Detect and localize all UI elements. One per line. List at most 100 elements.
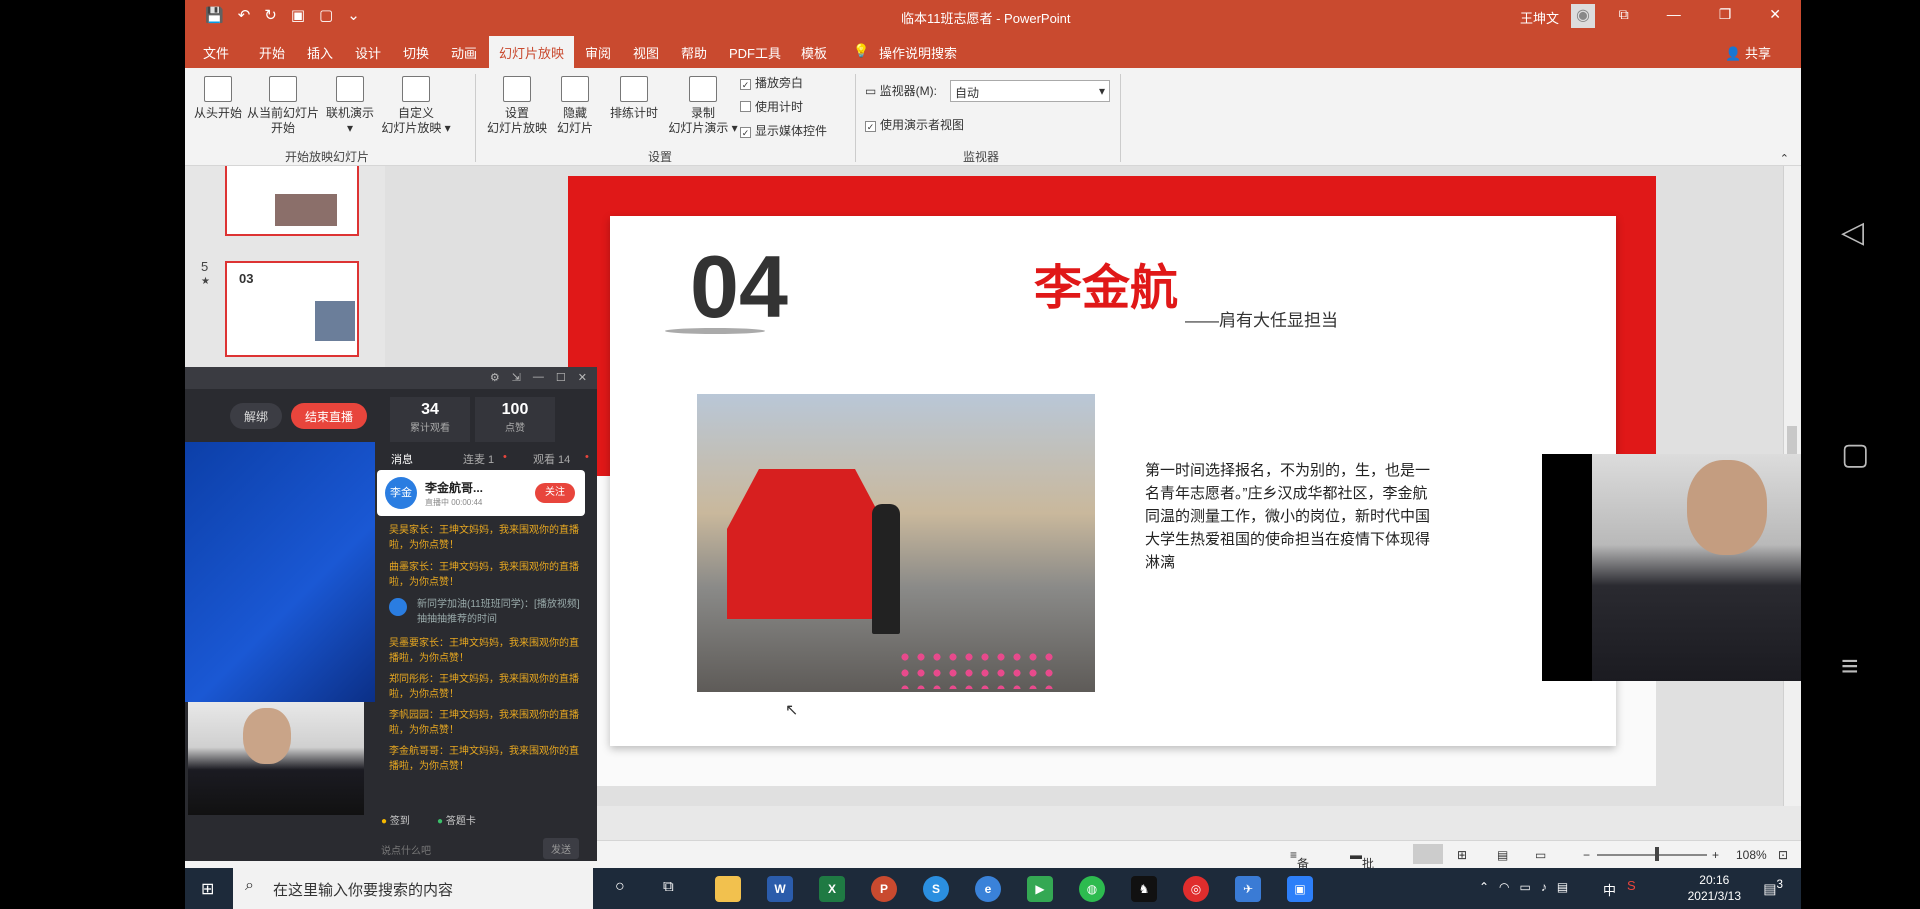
slide-content[interactable]: 04 李金航 ——肩有大任显担当 第一时间选择报名，不为别的，生，也是一名青年志… [610,216,1616,746]
slide-sorter-icon[interactable]: ⊞ [1457,848,1467,862]
tab-pdf-tools[interactable]: PDF工具 [729,43,781,62]
notifications-icon[interactable]: ▤3 [1763,878,1783,898]
checkin-button[interactable]: ● 签到 [381,812,410,827]
media-controls-checkbox[interactable]: ✓ 显示媒体控件 [740,122,827,139]
close-icon[interactable]: ✕ [1769,6,1781,23]
tab-help[interactable]: 帮助 [681,43,707,62]
excel-icon[interactable]: X [819,876,845,902]
tab-transitions[interactable]: 切换 [403,43,429,62]
zoom-level[interactable]: 108% [1736,848,1767,862]
webcam-overlay[interactable] [1542,454,1801,681]
customize-icon[interactable]: ⌄ [347,6,360,24]
fit-slide-icon[interactable]: ⊡ [1778,848,1788,862]
taskbar-search[interactable]: ⌕ 在这里输入你要搜索的内容 [233,868,593,909]
custom-show-button[interactable]: 自定义 幻灯片放映 ▾ [381,76,451,136]
mute-button[interactable]: 解绑 [230,403,283,429]
close-icon[interactable]: ✕ [578,371,587,384]
slide-thumb-4[interactable] [225,166,359,236]
feishu-icon[interactable]: ✈ [1235,876,1261,902]
quiz-card-button[interactable]: ● 答题卡 [437,812,476,827]
tell-me-search[interactable]: 操作说明搜索 [879,43,957,62]
host-card[interactable]: 李金 李金航哥... 直播中 00:00:44 关注 [377,470,585,516]
pin-icon[interactable]: ⇲ [512,371,521,384]
word-icon[interactable]: W [767,876,793,902]
chat-input[interactable]: 说点什么吧 [381,842,431,857]
reading-view-icon[interactable]: ▤ [1497,848,1508,862]
edge-icon[interactable]: e [975,876,1001,902]
minimize-icon[interactable]: — [1667,6,1681,23]
redo-icon[interactable]: ↻ [264,6,277,24]
group-label-start: 开始放映幻灯片 [285,150,370,164]
file-explorer-icon[interactable] [715,876,741,902]
presenter-view-checkbox[interactable]: ✓ 使用演示者视图 [865,116,964,133]
chat-message: 吴昊家长：王坤文妈妈，我来围观你的直播啦，为你点赞！ [389,525,579,551]
slide-thumb-5[interactable]: 03 [225,261,359,357]
minimize-icon[interactable]: — [533,371,544,384]
notes-button[interactable]: ≡ 备注 [1290,848,1309,888]
btn-label: 从当前幻灯片 [246,106,319,120]
taskbar-clock[interactable]: 20:16 2021/3/13 [1688,872,1741,904]
online-present-button[interactable]: 联机演示 ▾ [325,76,375,136]
zoom-out-button[interactable]: − [1583,848,1590,862]
normal-view-icon[interactable] [1413,844,1443,864]
maximize-icon[interactable]: ☐ [556,371,566,384]
narration-checkbox[interactable]: ✓ 播放旁白 [740,74,803,91]
netease-music-icon[interactable]: ◎ [1183,876,1209,902]
from-current-button[interactable]: 从当前幻灯片 开始 [245,76,321,136]
system-tray-icons[interactable]: ⌃◠▭♪▤ [1479,880,1578,894]
tab-review[interactable]: 审阅 [585,43,611,62]
from-beginning-button[interactable]: 从头开始 [193,76,243,121]
qq-icon[interactable]: ♞ [1131,876,1157,902]
follow-button[interactable]: 关注 [535,483,575,503]
cortana-icon[interactable]: ○ [615,878,625,896]
share-button[interactable]: 👤 共享 [1725,43,1771,62]
notification-count: 3 [1776,878,1783,891]
send-button[interactable]: 发送 [543,838,579,859]
tab-viewers[interactable]: 观看 14 [533,451,570,467]
powerpoint-icon[interactable]: P [871,876,897,902]
save-icon[interactable]: 💾 [205,6,224,24]
tab-animations[interactable]: 动画 [451,43,477,62]
settings-icon[interactable]: ⚙ [490,371,500,384]
tab-file[interactable]: 文件 [203,43,229,62]
ribbon-display-icon[interactable]: ⧉ [1619,6,1629,23]
comments-button[interactable]: ▬ 批注 [1350,848,1374,888]
tab-home[interactable]: 开始 [259,43,285,62]
windows-start-icon[interactable]: ⊞ [201,879,214,899]
tab-messages[interactable]: 消息 [391,451,413,472]
menu-icon[interactable]: ≡ [1841,650,1859,684]
zoom-slider-thumb[interactable] [1655,847,1659,861]
home-icon[interactable]: ▢ [1841,437,1869,472]
user-avatar-icon[interactable]: ◉ [1571,4,1595,28]
tab-mic[interactable]: 连麦 1 [463,451,494,467]
input-method[interactable]: 中 [1603,880,1616,899]
monitor-select[interactable]: 自动 ▾ [950,80,1110,102]
back-icon[interactable]: ◁ [1841,215,1864,250]
task-view-icon[interactable]: ⧉ [663,878,674,895]
wechat-icon[interactable]: ◍ [1079,876,1105,902]
slideshow-view-icon[interactable]: ▭ [1535,848,1546,862]
sogou-icon[interactable]: S [1627,878,1636,893]
tab-design[interactable]: 设计 [355,43,381,62]
record-button[interactable]: 录制 幻灯片演示 ▾ [665,76,741,136]
collapse-ribbon-icon[interactable]: ⌃ [1780,152,1789,165]
user-name[interactable]: 王坤文 [1520,8,1559,27]
use-timings-checkbox[interactable]: 使用计时 [740,98,803,115]
tab-slideshow[interactable]: 幻灯片放映 [489,36,575,68]
end-live-button[interactable]: 结束直播 [291,403,368,429]
rehearse-button[interactable]: 排练计时 [605,76,663,121]
tab-view[interactable]: 视图 [633,43,659,62]
zoom-slider[interactable] [1597,854,1707,856]
tab-insert[interactable]: 插入 [307,43,333,62]
browser-s-icon[interactable]: S [923,876,949,902]
play-store-icon[interactable]: ▶ [1027,876,1053,902]
hide-slide-button[interactable]: 隐藏 幻灯片 [553,76,597,136]
tab-templates[interactable]: 模板 [801,43,827,62]
zoom-in-button[interactable]: + [1712,848,1719,862]
live-app-icon[interactable]: ▣ [1287,876,1313,902]
present-icon[interactable]: ▣ [291,6,305,24]
restore-icon[interactable]: ❐ [1719,6,1732,23]
setup-show-button[interactable]: 设置 幻灯片放映 [485,76,549,136]
undo-icon[interactable]: ↶ [238,6,251,24]
new-icon[interactable]: ▢ [319,6,333,24]
